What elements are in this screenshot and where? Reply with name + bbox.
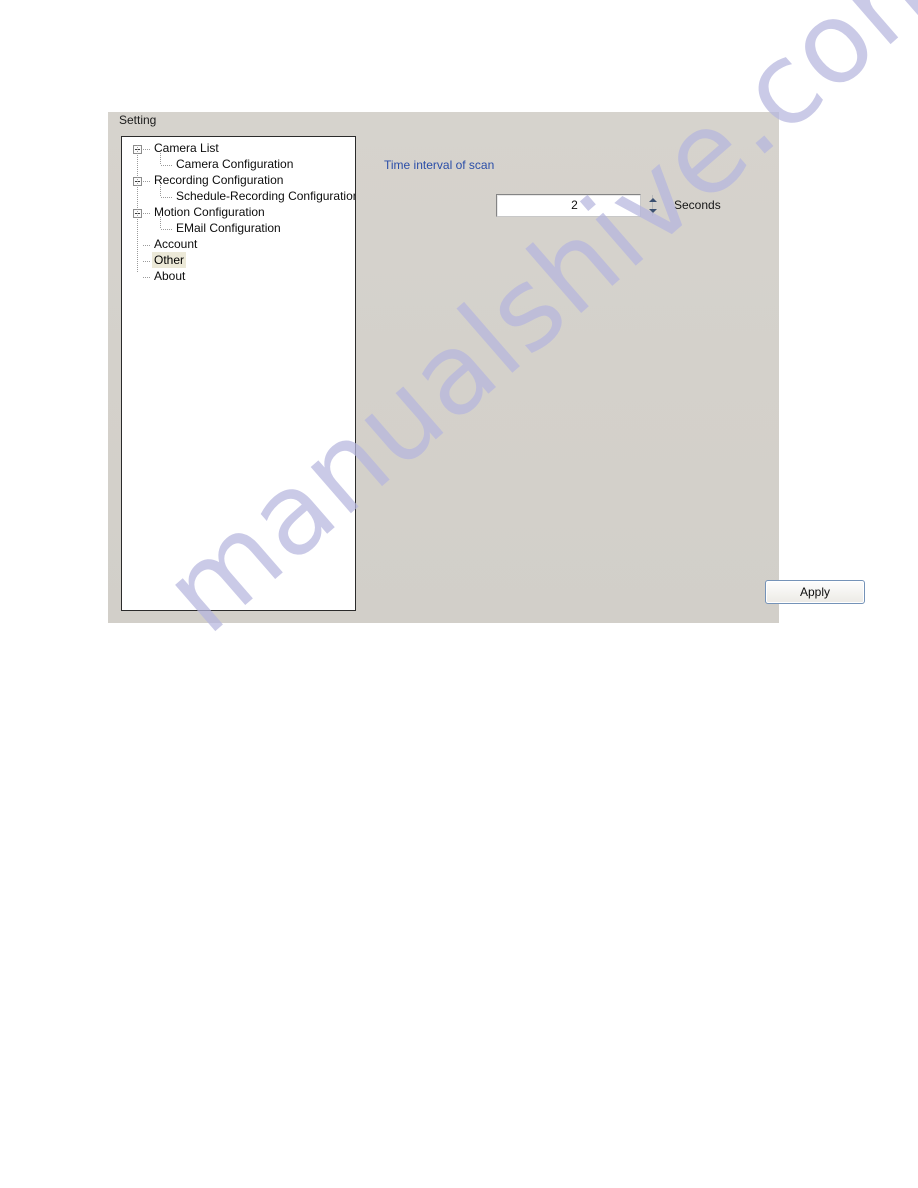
tree-item-camera-configuration[interactable]: Camera Configuration — [122, 153, 355, 173]
tree-item-about[interactable]: About — [122, 269, 355, 285]
setting-dialog: Setting Camera List Camera Configuration R… — [108, 112, 865, 623]
tree-connector-vertical — [160, 185, 161, 197]
apply-button[interactable]: Apply — [765, 580, 865, 604]
tree-item-email-configuration[interactable]: EMail Configuration — [122, 217, 355, 237]
tree-item-label: EMail Configuration — [176, 221, 281, 235]
settings-tree-panel[interactable]: Camera List Camera Configuration Recording… — [121, 136, 356, 611]
settings-tree[interactable]: Camera List Camera Configuration Recording… — [122, 137, 355, 285]
tree-item-label: Other — [152, 252, 187, 268]
tree-connector-horizontal — [161, 229, 172, 230]
tree-connector-horizontal — [143, 261, 151, 262]
setting-group-label: Setting — [119, 113, 157, 127]
tree-item-recording-configuration[interactable]: Recording Configuration — [122, 173, 355, 189]
time-interval-label: Time interval of scan — [384, 158, 495, 172]
tree-connector-horizontal — [143, 181, 151, 182]
tree-connector-horizontal — [143, 245, 151, 246]
tree-item-label: Recording Configuration — [154, 173, 284, 187]
tree-connector-horizontal — [143, 277, 151, 278]
tree-connector-vertical — [160, 217, 161, 229]
tree-item-other[interactable]: Other — [122, 252, 355, 269]
spinner-buttons[interactable] — [649, 195, 657, 216]
scan-interval-spinner[interactable] — [496, 194, 657, 217]
tree-connector-horizontal — [143, 213, 151, 214]
tree-item-motion-configuration[interactable]: Motion Configuration — [122, 205, 355, 221]
seconds-unit-label: Seconds — [674, 198, 721, 212]
tree-item-schedule-recording-configuration[interactable]: Schedule-Recording Configuration — [122, 185, 356, 205]
tree-connector-vertical — [160, 153, 161, 165]
tree-item-label: Camera List — [154, 141, 219, 155]
tree-item-account[interactable]: Account — [122, 237, 355, 253]
tree-item-camera-list[interactable]: Camera List — [122, 141, 355, 157]
tree-item-label: Motion Configuration — [154, 205, 265, 219]
content-panel: Time interval of scan Seconds Apply — [356, 136, 865, 623]
tree-item-label: About — [154, 269, 186, 283]
scan-interval-input[interactable] — [497, 195, 652, 216]
tree-connector-horizontal — [143, 149, 151, 150]
tree-trunk-line — [137, 145, 138, 273]
tree-connector-horizontal — [161, 165, 172, 166]
tree-connector-horizontal — [161, 197, 172, 198]
tree-item-label: Account — [154, 237, 198, 251]
tree-item-label: Camera Configuration — [176, 157, 294, 171]
tree-item-label: Schedule-Recording Configuration — [176, 189, 356, 203]
